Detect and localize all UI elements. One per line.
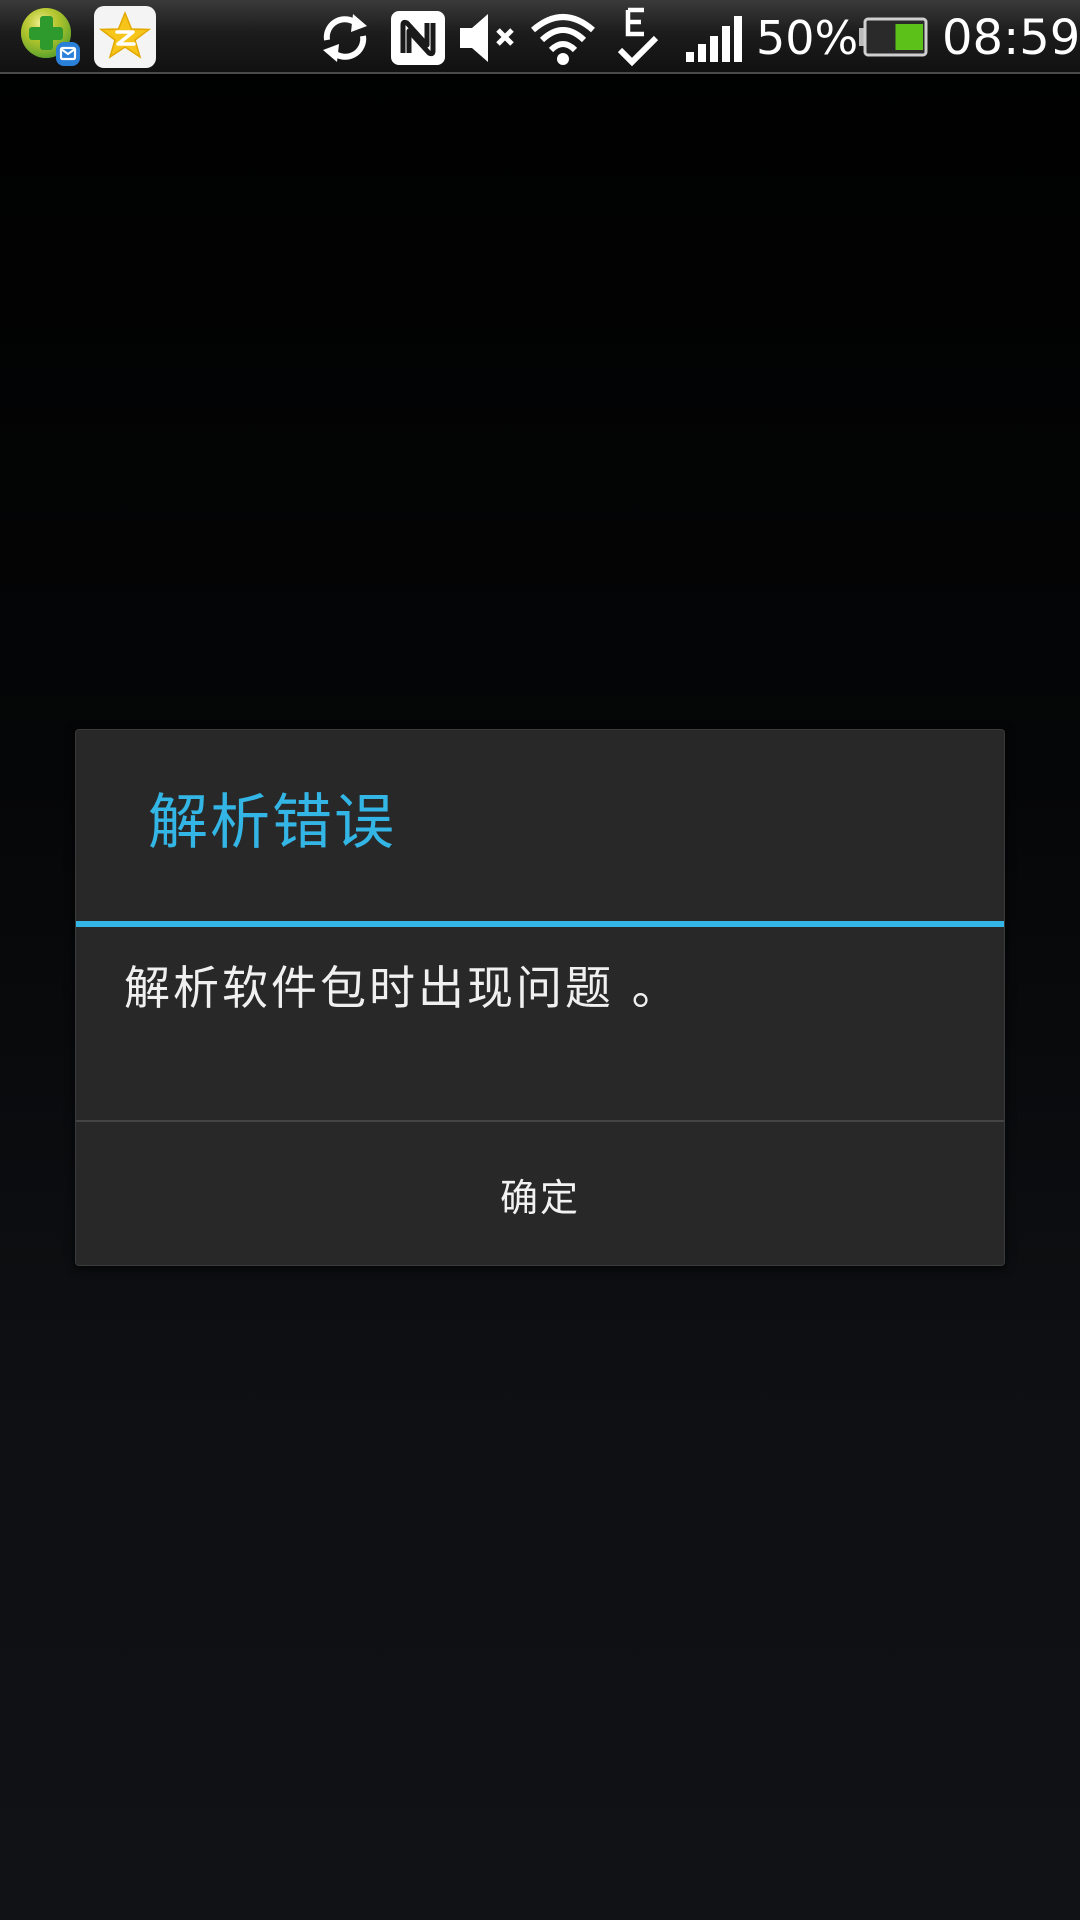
edge-data-icon (614, 4, 662, 70)
health-plus-app-icon (20, 7, 80, 67)
wifi-icon (530, 10, 596, 66)
title-divider (76, 921, 1004, 927)
dialog-title: 解析错误 (148, 788, 396, 858)
signal-icon (684, 14, 742, 62)
screen: 50% 08:59 解析错误 解析软件包时出现问题 。 确定 (0, 0, 1080, 1920)
error-dialog: 解析错误 解析软件包时出现问题 。 确定 (75, 729, 1005, 1266)
nfc-icon (389, 9, 447, 67)
clock: 08:59 (942, 10, 1080, 66)
ok-button[interactable]: 确定 (76, 1122, 1004, 1265)
dialog-message: 解析软件包时出现问题 。 (124, 961, 681, 1015)
sync-icon (317, 10, 373, 66)
star-app-icon (94, 6, 156, 68)
status-bar: 50% 08:59 (0, 0, 1080, 74)
battery-icon (858, 17, 928, 57)
mute-icon (458, 12, 522, 64)
battery-percent: 50% (756, 11, 859, 65)
